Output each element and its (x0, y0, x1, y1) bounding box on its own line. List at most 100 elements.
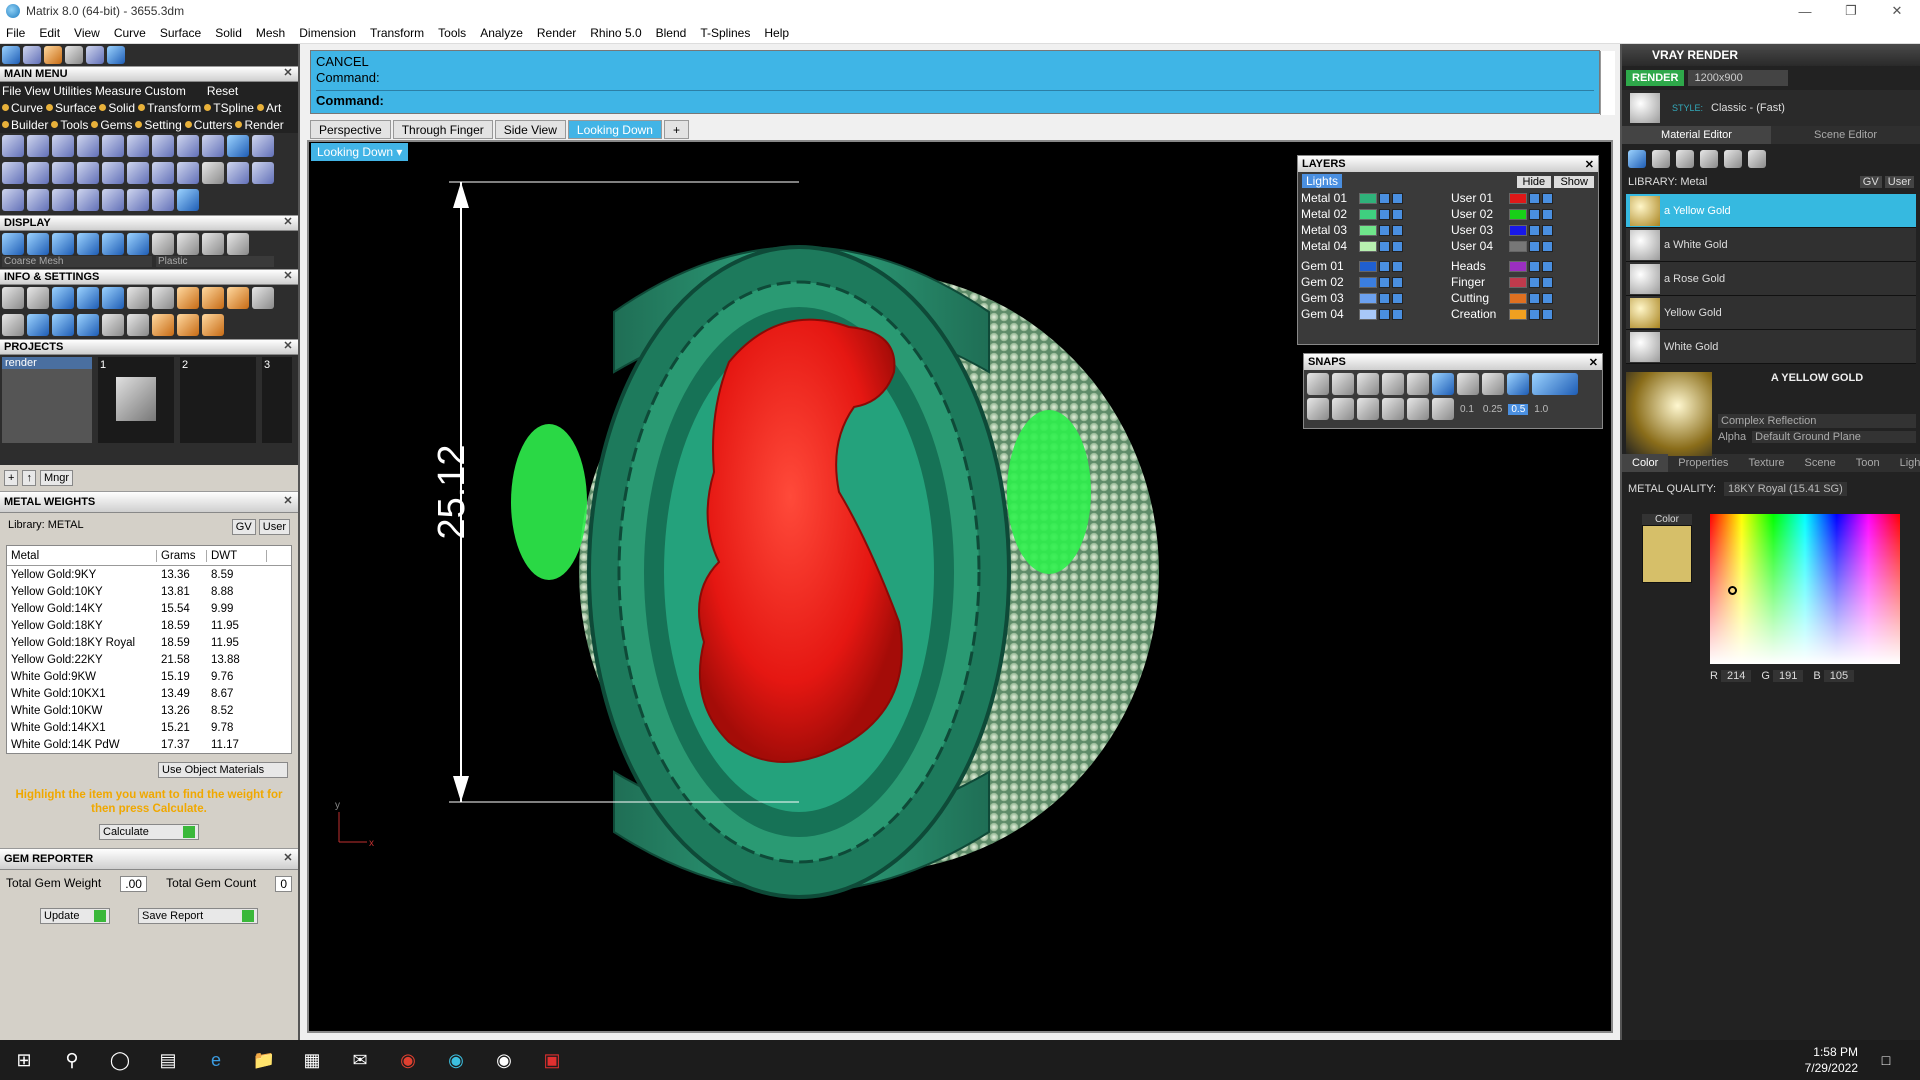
material-tool-icon[interactable] (1724, 150, 1742, 168)
notifications-icon[interactable]: □ (1862, 1040, 1910, 1080)
clock[interactable]: 1:58 PM 7/29/2022 (1805, 1044, 1858, 1076)
file-explorer-icon[interactable]: 📁 (240, 1040, 288, 1080)
material-tool-icon[interactable] (1628, 150, 1646, 168)
mm-art[interactable]: Art (256, 101, 281, 115)
windows-start-icon[interactable]: ⊞ (0, 1040, 48, 1080)
table-row[interactable]: Yellow Gold:14KY 15.54 9.99 (7, 600, 291, 617)
table-row[interactable]: Yellow Gold:18KY Royal 18.59 11.95 (7, 634, 291, 651)
menu-tools[interactable]: Tools (438, 26, 466, 40)
tool-icon[interactable] (177, 135, 199, 157)
layer-color[interactable] (1509, 208, 1527, 220)
close-icon[interactable]: ✕ (282, 496, 294, 508)
style-dropdown[interactable]: Classic - (Fast) (1711, 102, 1785, 114)
mm-reset[interactable]: Reset (207, 84, 238, 98)
mm-utilities[interactable]: Utilities (53, 84, 92, 98)
snap-value[interactable]: 0.5 (1508, 403, 1529, 415)
layer-visible-icon[interactable] (1542, 308, 1553, 320)
close-icon[interactable]: ✕ (282, 68, 294, 80)
tool-icon[interactable] (27, 189, 49, 211)
layer-visible-icon[interactable] (1542, 260, 1553, 272)
app-icon-red[interactable]: ▣ (528, 1040, 576, 1080)
menu-analyze[interactable]: Analyze (480, 26, 523, 40)
edge-icon[interactable]: e (192, 1040, 240, 1080)
layer-color[interactable] (1359, 208, 1377, 220)
snap-icon[interactable] (1307, 398, 1329, 420)
table-row[interactable]: White Gold:10KX1 13.49 8.67 (7, 685, 291, 702)
b-value[interactable]: B 105 (1813, 670, 1855, 682)
info-icon[interactable] (27, 287, 49, 309)
layer-visible-icon[interactable] (1392, 276, 1403, 288)
toolbar-icon[interactable] (65, 46, 83, 64)
minimize-button[interactable]: — (1782, 0, 1828, 22)
maximize-button[interactable]: ❐ (1828, 0, 1874, 22)
tool-icon[interactable] (152, 135, 174, 157)
menu-curve[interactable]: Curve (114, 26, 146, 40)
toolbar-icon[interactable] (2, 46, 20, 64)
mm-tools[interactable]: Tools (51, 118, 88, 132)
close-icon[interactable]: ✕ (282, 341, 294, 353)
snap-value[interactable]: 1.0 (1531, 404, 1551, 415)
layer-row[interactable]: Gem 01 (1298, 258, 1448, 274)
display-icon[interactable] (177, 233, 199, 255)
tool-icon[interactable] (52, 162, 74, 184)
chrome-icon[interactable]: ◉ (384, 1040, 432, 1080)
table-row[interactable]: White Gold:14KX1 15.21 9.78 (7, 719, 291, 736)
layer-lock-icon[interactable] (1379, 240, 1390, 252)
gv-toggle[interactable]: GV (231, 519, 256, 535)
layer-color[interactable] (1359, 240, 1377, 252)
layer-color[interactable] (1509, 292, 1527, 304)
layer-color[interactable] (1359, 276, 1377, 288)
tool-icon[interactable] (252, 162, 274, 184)
toolbar-icon[interactable] (44, 46, 62, 64)
layer-lock-icon[interactable] (1379, 276, 1390, 288)
project-item[interactable]: render (2, 357, 92, 369)
layer-visible-icon[interactable] (1392, 308, 1403, 320)
info-icon[interactable] (152, 313, 174, 336)
metal-quality-dropdown[interactable]: 18KY Royal (15.41 SG) (1724, 482, 1847, 496)
layer-color[interactable] (1509, 276, 1527, 288)
cortana-icon[interactable]: ◯ (96, 1040, 144, 1080)
snap-icon[interactable] (1382, 398, 1404, 420)
material-item[interactable]: a White Gold (1626, 228, 1916, 262)
menu-mesh[interactable]: Mesh (256, 26, 285, 40)
mm-measure[interactable]: Measure (95, 84, 142, 98)
layer-row[interactable]: Creation (1448, 306, 1598, 322)
menu-rhino[interactable]: Rhino 5.0 (590, 26, 641, 40)
layer-row[interactable]: User 02 (1448, 206, 1598, 222)
mm-transform[interactable]: Transform (138, 101, 201, 115)
tool-icon[interactable] (202, 162, 224, 184)
layer-visible-icon[interactable] (1542, 192, 1553, 204)
layer-visible-icon[interactable] (1392, 208, 1403, 220)
material-item[interactable]: Yellow Gold (1626, 296, 1916, 330)
info-icon[interactable] (102, 287, 124, 309)
layer-row[interactable]: Metal 04 (1298, 238, 1448, 254)
snap-icon[interactable] (1507, 373, 1529, 395)
menu-tsplines[interactable]: T-Splines (700, 26, 750, 40)
table-row[interactable]: Yellow Gold:10KY 13.81 8.88 (7, 583, 291, 600)
ground-dropdown[interactable]: Default Ground Plane (1752, 431, 1916, 443)
update-button[interactable]: Update (40, 908, 110, 924)
snap-icon[interactable] (1332, 373, 1354, 395)
tool-icon[interactable] (2, 135, 24, 157)
mm-tspline[interactable]: TSpline (204, 101, 254, 115)
layer-lock-icon[interactable] (1529, 240, 1540, 252)
layer-row[interactable]: Metal 03 (1298, 222, 1448, 238)
subtab-texture[interactable]: Texture (1738, 457, 1794, 469)
mm-setting[interactable]: Setting (135, 118, 182, 132)
layer-row[interactable]: Gem 02 (1298, 274, 1448, 290)
mm-render[interactable]: Render (235, 118, 284, 132)
hide-button[interactable]: Hide (1516, 176, 1552, 188)
material-tool-icon[interactable] (1676, 150, 1694, 168)
task-view-icon[interactable]: ▤ (144, 1040, 192, 1080)
col-dwt[interactable]: DWT (207, 549, 267, 562)
layer-lock-icon[interactable] (1379, 208, 1390, 220)
layer-lock-icon[interactable] (1529, 260, 1540, 272)
table-row[interactable]: Yellow Gold:18KY 18.59 11.95 (7, 617, 291, 634)
info-icon[interactable] (77, 287, 99, 309)
table-row[interactable]: Yellow Gold:9KY 13.36 8.59 (7, 566, 291, 583)
snap-icon[interactable] (1432, 398, 1454, 420)
info-icon[interactable] (2, 287, 24, 309)
layer-row[interactable]: Gem 04 (1298, 306, 1448, 322)
display-icon[interactable] (52, 233, 74, 255)
layer-color[interactable] (1509, 240, 1527, 252)
